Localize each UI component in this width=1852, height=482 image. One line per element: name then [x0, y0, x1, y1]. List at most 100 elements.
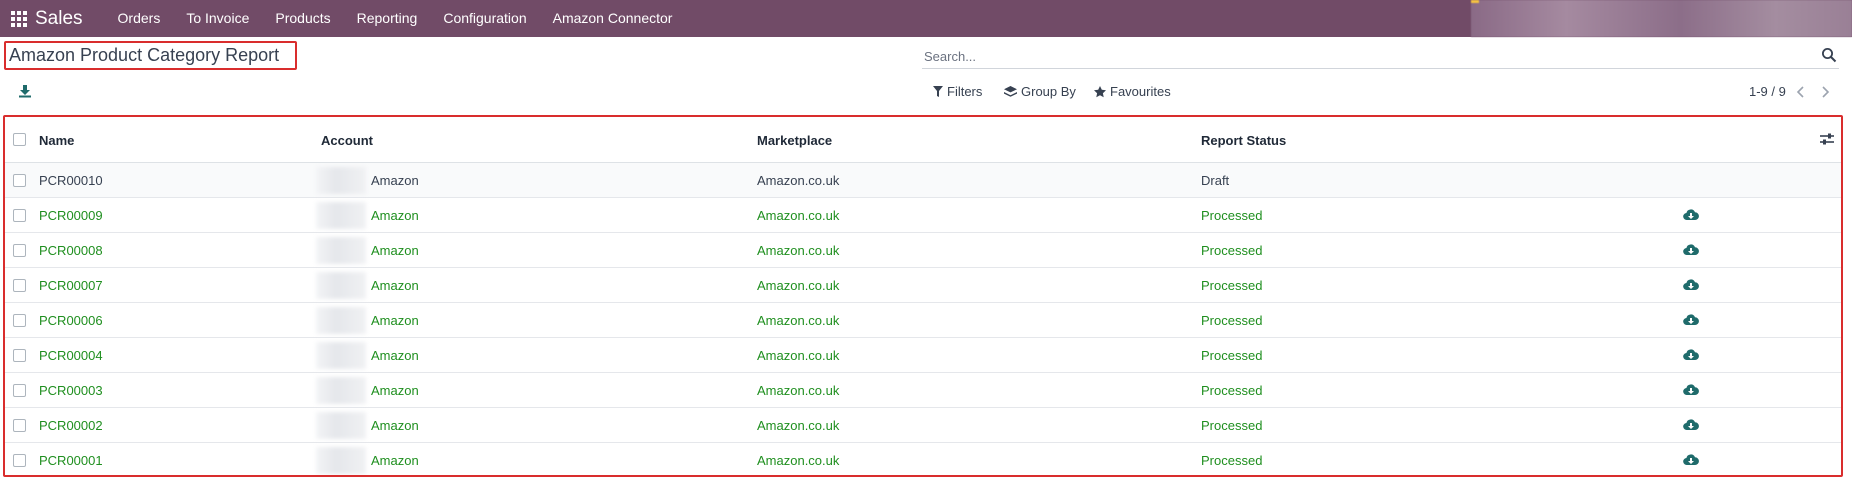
cloud-download-icon[interactable]	[1683, 418, 1699, 432]
row-status: Draft	[1201, 173, 1230, 188]
report-list-table: Name Account Marketplace Report Status P…	[3, 115, 1843, 477]
row-marketplace: Amazon.co.uk	[757, 173, 840, 188]
favourites-label: Favourites	[1110, 84, 1171, 99]
table-header: Name Account Marketplace Report Status	[5, 117, 1841, 163]
account-redacted	[316, 307, 366, 334]
chevron-right-icon[interactable]	[1819, 85, 1831, 99]
row-name: PCR00007	[39, 278, 103, 293]
systray-blurred	[1471, 0, 1852, 37]
row-marketplace: Amazon.co.uk	[757, 453, 840, 468]
filter-icon	[933, 86, 943, 97]
row-status: Processed	[1201, 208, 1263, 223]
menu-to-invoice[interactable]: To Invoice	[173, 0, 262, 37]
account-redacted	[316, 377, 366, 404]
row-marketplace: Amazon.co.uk	[757, 383, 840, 398]
account-redacted	[316, 412, 366, 439]
table-row[interactable]: PCR00003 Amazon Amazon.co.uk Processed	[5, 373, 1841, 408]
table-row[interactable]: PCR00008 Amazon Amazon.co.uk Processed	[5, 233, 1841, 268]
page-title: Amazon Product Category Report	[9, 45, 280, 65]
row-name: PCR00003	[39, 383, 103, 398]
row-checkbox[interactable]	[13, 454, 26, 467]
cloud-download-icon[interactable]	[1683, 453, 1699, 467]
row-checkbox[interactable]	[13, 209, 26, 222]
row-account: Amazon	[371, 383, 419, 398]
row-checkbox[interactable]	[13, 349, 26, 362]
app-name[interactable]: Sales	[35, 8, 83, 30]
row-marketplace: Amazon.co.uk	[757, 348, 840, 363]
row-marketplace: Amazon.co.uk	[757, 208, 840, 223]
account-redacted	[316, 272, 366, 299]
chevron-left-icon[interactable]	[1795, 85, 1807, 99]
account-redacted	[316, 202, 366, 229]
download-icon[interactable]	[18, 84, 32, 98]
cloud-download-icon[interactable]	[1683, 278, 1699, 292]
row-marketplace: Amazon.co.uk	[757, 313, 840, 328]
row-marketplace: Amazon.co.uk	[757, 243, 840, 258]
cloud-download-icon[interactable]	[1683, 313, 1699, 327]
account-redacted	[316, 237, 366, 264]
menu-products[interactable]: Products	[262, 0, 343, 37]
apps-grid-icon[interactable]	[0, 0, 37, 37]
column-header-name[interactable]: Name	[39, 133, 74, 148]
table-row[interactable]: PCR00007 Amazon Amazon.co.uk Processed	[5, 268, 1841, 303]
pager-value[interactable]: 1-9 / 9	[1749, 84, 1786, 99]
cloud-download-icon[interactable]	[1683, 383, 1699, 397]
table-row[interactable]: PCR00001 Amazon Amazon.co.uk Processed	[5, 443, 1841, 475]
menu-configuration[interactable]: Configuration	[430, 0, 539, 37]
sliders-icon[interactable]	[1819, 131, 1835, 147]
row-account: Amazon	[371, 453, 419, 468]
row-name: PCR00004	[39, 348, 103, 363]
row-account: Amazon	[371, 313, 419, 328]
row-marketplace: Amazon.co.uk	[757, 278, 840, 293]
filters-label: Filters	[947, 84, 983, 99]
favourites-button[interactable]: Favourites	[1094, 84, 1171, 99]
search-input[interactable]	[924, 45, 1794, 67]
row-checkbox[interactable]	[13, 384, 26, 397]
row-checkbox[interactable]	[13, 279, 26, 292]
row-account: Amazon	[371, 243, 419, 258]
table-row[interactable]: PCR00004 Amazon Amazon.co.uk Processed	[5, 338, 1841, 373]
row-checkbox[interactable]	[13, 419, 26, 432]
row-name: PCR00009	[39, 208, 103, 223]
table-row[interactable]: PCR00010 Amazon Amazon.co.uk Draft	[5, 163, 1841, 198]
row-status: Processed	[1201, 453, 1263, 468]
row-marketplace: Amazon.co.uk	[757, 418, 840, 433]
row-name: PCR00001	[39, 453, 103, 468]
search-icon[interactable]	[1821, 47, 1837, 63]
cloud-download-icon[interactable]	[1683, 243, 1699, 257]
row-checkbox[interactable]	[13, 244, 26, 257]
row-checkbox[interactable]	[13, 314, 26, 327]
row-checkbox[interactable]	[13, 174, 26, 187]
filters-button[interactable]: Filters	[933, 84, 982, 99]
layers-icon	[1004, 85, 1017, 97]
table-row[interactable]: PCR00009 Amazon Amazon.co.uk Processed	[5, 198, 1841, 233]
cloud-download-icon[interactable]	[1683, 348, 1699, 362]
row-account: Amazon	[371, 173, 419, 188]
cloud-download-icon[interactable]	[1683, 208, 1699, 222]
row-name: PCR00010	[39, 173, 103, 188]
column-header-report-status[interactable]: Report Status	[1201, 133, 1286, 148]
row-account: Amazon	[371, 418, 419, 433]
row-name: PCR00002	[39, 418, 103, 433]
row-status: Processed	[1201, 418, 1263, 433]
row-account: Amazon	[371, 278, 419, 293]
row-status: Processed	[1201, 278, 1263, 293]
menu-orders[interactable]: Orders	[105, 0, 174, 37]
row-account: Amazon	[371, 348, 419, 363]
group-by-button[interactable]: Group By	[1004, 84, 1076, 99]
group-by-label: Group By	[1021, 84, 1076, 99]
menu-amazon-connector[interactable]: Amazon Connector	[540, 0, 686, 37]
row-status: Processed	[1201, 383, 1263, 398]
account-redacted	[316, 447, 366, 474]
search-bar	[922, 45, 1839, 69]
select-all-checkbox[interactable]	[13, 133, 26, 146]
column-header-account[interactable]: Account	[321, 133, 373, 148]
top-navbar: Sales Orders To Invoice Products Reporti…	[0, 0, 1852, 37]
table-row[interactable]: PCR00002 Amazon Amazon.co.uk Processed	[5, 408, 1841, 443]
column-header-marketplace[interactable]: Marketplace	[757, 133, 832, 148]
star-icon	[1094, 85, 1106, 97]
row-status: Processed	[1201, 348, 1263, 363]
menu-reporting[interactable]: Reporting	[344, 0, 431, 37]
table-row[interactable]: PCR00006 Amazon Amazon.co.uk Processed	[5, 303, 1841, 338]
row-account: Amazon	[371, 208, 419, 223]
